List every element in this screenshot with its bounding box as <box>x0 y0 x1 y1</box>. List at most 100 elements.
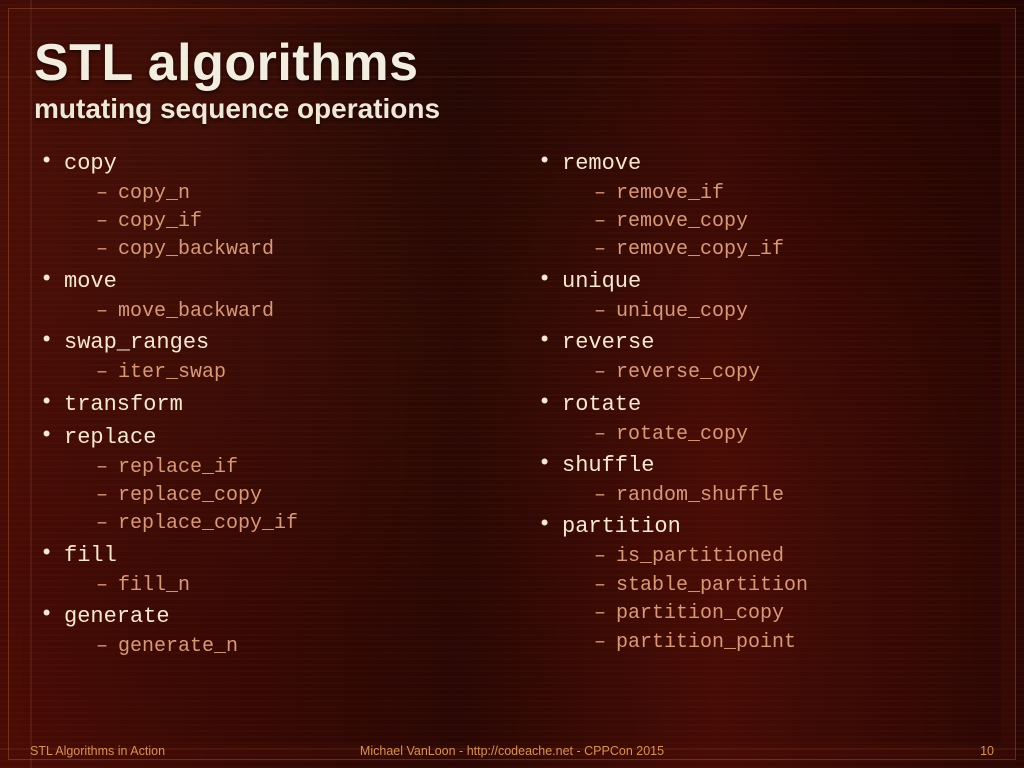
bullet-label: remove_copy <box>616 208 748 236</box>
bullet-level-2: –stable_partition <box>594 572 990 600</box>
bullet-level-1: •shuffle <box>538 449 990 482</box>
bullet-level-2: –is_partitioned <box>594 543 990 571</box>
list-item: –fill_n <box>96 572 492 600</box>
bullet-label: generate <box>64 600 170 633</box>
list-item: –replace_copy_if <box>96 510 492 538</box>
bullet-level-1: • reverse <box>538 326 990 359</box>
list-item: –copy_backward <box>96 236 492 264</box>
list-item: • rotate–rotate_copy <box>538 388 990 449</box>
bullet-level-2: –copy_backward <box>96 236 492 264</box>
bullet-level-2: –remove_copy <box>594 208 990 236</box>
bullet-label: move <box>64 265 117 298</box>
list-item: –replace_if <box>96 454 492 482</box>
bullet-level-2: –iter_swap <box>96 359 492 387</box>
bullet-label: replace_copy <box>118 482 262 510</box>
list-item: –remove_copy_if <box>594 236 990 264</box>
bullet-level-2: –partition_point <box>594 629 990 657</box>
bullet-dash-icon: – <box>96 572 106 600</box>
bullet-label: copy_backward <box>118 236 274 264</box>
list-item: •copy–copy_n–copy_if–copy_backward <box>40 147 492 265</box>
list-item: –stable_partition <box>594 572 990 600</box>
list-item: –copy_n <box>96 180 492 208</box>
bullet-dot-icon: • <box>40 151 50 173</box>
sub-list: –copy_n–copy_if–copy_backward <box>40 180 492 265</box>
bullet-label: reverse <box>562 326 654 359</box>
bullet-label: is_partitioned <box>616 543 784 571</box>
bullet-dash-icon: – <box>96 359 106 387</box>
bullet-level-2: –replace_copy_if <box>96 510 492 538</box>
bullet-dot-icon: • <box>538 453 548 475</box>
list-item: • replace–replace_if–replace_copy–replace… <box>40 421 492 539</box>
bullet-dash-icon: – <box>96 633 106 661</box>
bullet-dot-icon: • <box>40 543 50 565</box>
bullet-dash-icon: – <box>594 180 604 208</box>
bullet-level-1: •transform <box>40 388 492 421</box>
list-item: –partition_copy <box>594 600 990 628</box>
bullet-dash-icon: – <box>96 454 106 482</box>
bullet-label: replace <box>64 421 156 454</box>
list-item: –random_shuffle <box>594 482 990 510</box>
bullet-label: iter_swap <box>118 359 226 387</box>
bullet-label: copy_n <box>118 180 190 208</box>
slide: STL algorithms mutating sequence operati… <box>0 0 1024 768</box>
bullet-level-1: • move <box>40 265 492 298</box>
bullet-level-1: •unique <box>538 265 990 298</box>
bullet-dot-icon: • <box>40 330 50 352</box>
bullet-dot-icon: • <box>538 330 548 352</box>
bullet-dash-icon: – <box>594 600 604 628</box>
list-item: •shuffle–random_shuffle <box>538 449 990 510</box>
list-item: –replace_copy <box>96 482 492 510</box>
list-item: –iter_swap <box>96 359 492 387</box>
bullet-label: copy_if <box>118 208 202 236</box>
bullet-label: remove_copy_if <box>616 236 784 264</box>
content-columns: •copy–copy_n–copy_if–copy_backward•move–… <box>34 147 990 662</box>
bullet-label: rotate <box>562 388 641 421</box>
bullet-dash-icon: – <box>594 298 604 326</box>
list-item: • swap_ranges–iter_swap <box>40 326 492 387</box>
slide-footer: STL Algorithms in Action Michael VanLoon… <box>0 744 1024 758</box>
list-item: • move–move_backward <box>40 265 492 326</box>
bullet-label: move_backward <box>118 298 274 326</box>
sub-list: –fill_n <box>40 572 492 600</box>
bullet-label: unique_copy <box>616 298 748 326</box>
bullet-level-1: • swap_ranges <box>40 326 492 359</box>
bullet-label: swap_ranges <box>64 326 209 359</box>
bullet-label: fill_n <box>118 572 190 600</box>
list-item: •partition–is_partitioned–stable_partiti… <box>538 510 990 657</box>
slide-title: STL algorithms <box>34 36 990 91</box>
bullet-dot-icon: • <box>40 269 50 291</box>
sub-list: –iter_swap <box>40 359 492 387</box>
slide-subtitle: mutating sequence operations <box>34 93 990 125</box>
bullet-level-2: –reverse_copy <box>594 359 990 387</box>
bullet-level-2: –copy_n <box>96 180 492 208</box>
list-item: •generate–generate_n <box>40 600 492 661</box>
bullet-level-2: –remove_copy_if <box>594 236 990 264</box>
bullet-level-2: –unique_copy <box>594 298 990 326</box>
bullet-level-2: –fill_n <box>96 572 492 600</box>
bullet-level-1: •generate <box>40 600 492 633</box>
bullet-label: replace_copy_if <box>118 510 298 538</box>
sub-list: –replace_if–replace_copy–replace_copy_if <box>40 454 492 539</box>
bullet-label: partition_point <box>616 629 796 657</box>
bullet-dot-icon: • <box>538 392 548 414</box>
bullet-dash-icon: – <box>594 482 604 510</box>
list-item: •unique–unique_copy <box>538 265 990 326</box>
bullet-dot-icon: • <box>40 425 50 447</box>
list-item: • reverse–reverse_copy <box>538 326 990 387</box>
sub-list: –is_partitioned–stable_partition–partiti… <box>538 543 990 657</box>
bullet-label: fill <box>64 539 117 572</box>
bullet-level-1: • rotate <box>538 388 990 421</box>
bullet-dash-icon: – <box>96 208 106 236</box>
bullet-level-1: •copy <box>40 147 492 180</box>
bullet-dash-icon: – <box>96 298 106 326</box>
bullet-dash-icon: – <box>594 236 604 264</box>
list-item: •transform <box>40 388 492 421</box>
bullet-level-2: –rotate_copy <box>594 421 990 449</box>
bullet-label: remove_if <box>616 180 724 208</box>
bullet-level-2: –random_shuffle <box>594 482 990 510</box>
bullet-label: partition <box>562 510 681 543</box>
list-item: • fill–fill_n <box>40 539 492 600</box>
sub-list: –unique_copy <box>538 298 990 326</box>
list-item: –rotate_copy <box>594 421 990 449</box>
sub-list: –generate_n <box>40 633 492 661</box>
